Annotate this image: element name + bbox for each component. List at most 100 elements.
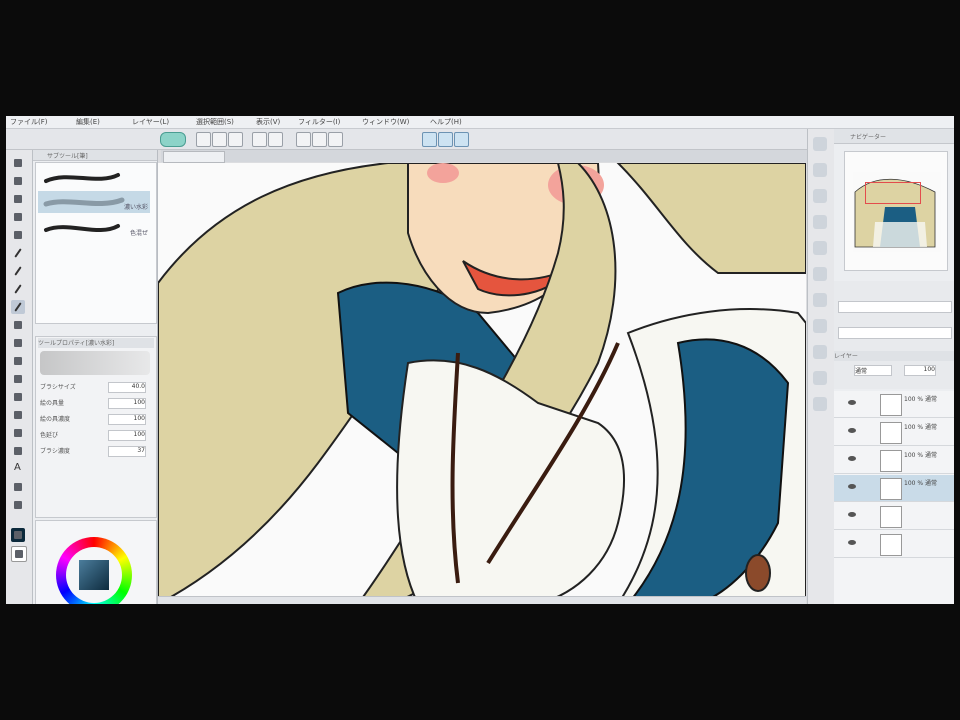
layer-mode: 100 % 通常 [904, 396, 937, 403]
material-icon[interactable] [813, 163, 827, 177]
eyedropper-tool-icon[interactable] [11, 228, 25, 242]
prop-color-stretch[interactable]: 色延び 100 [38, 429, 154, 441]
material-icon[interactable] [813, 267, 827, 281]
eye-icon[interactable] [848, 484, 856, 489]
correct-line-tool-icon[interactable] [11, 498, 25, 512]
prop-value[interactable]: 37 [108, 446, 146, 457]
material-icon[interactable] [813, 189, 827, 203]
prop-value[interactable]: 100 [108, 430, 146, 441]
pen-tool-icon[interactable] [11, 246, 25, 260]
prop-paint-amount[interactable]: 絵の具量 100 [38, 397, 154, 409]
navigator-thumbnail[interactable] [844, 151, 948, 271]
color-wheel[interactable] [56, 537, 132, 604]
layer-row[interactable] [834, 531, 954, 558]
layer-thumbnail [880, 478, 902, 500]
fill-tool-icon[interactable] [11, 372, 25, 386]
pencil-tool-icon[interactable] [11, 264, 25, 278]
opacity-field[interactable]: 100 [904, 365, 936, 376]
eye-icon[interactable] [848, 400, 856, 405]
sub-color-swatch[interactable] [11, 546, 27, 562]
prop-label: 絵の具量 [40, 400, 65, 407]
undo-icon[interactable] [252, 132, 267, 147]
text-tool-icon[interactable] [11, 462, 25, 476]
clear-icon[interactable] [296, 132, 311, 147]
prop-value[interactable]: 100 [108, 398, 146, 409]
material-icon[interactable] [813, 215, 827, 229]
artwork [158, 163, 806, 604]
eye-icon[interactable] [848, 456, 856, 461]
clip-studio-button[interactable] [160, 132, 186, 147]
eye-icon[interactable] [848, 540, 856, 545]
select-tool-icon[interactable] [11, 192, 25, 206]
navigator-title: ナビゲーター [850, 134, 887, 141]
prop-value[interactable]: 100 [108, 414, 146, 425]
ruler-tool-icon[interactable] [11, 444, 25, 458]
main-color-swatch[interactable] [11, 528, 25, 542]
material-icon[interactable] [813, 137, 827, 151]
redo-icon[interactable] [268, 132, 283, 147]
drawing-canvas[interactable] [158, 163, 806, 604]
prop-brush-size[interactable]: ブラシサイズ 40.0 [38, 381, 154, 393]
blend-mode-select[interactable]: 通常 [854, 365, 892, 376]
color-wheel-panel [35, 520, 157, 604]
menu-select[interactable]: 選択範囲(S) [196, 117, 234, 127]
tool-property-header: ツールプロパティ[濃い水彩] [38, 338, 154, 348]
prop-label: ブラシ濃度 [40, 448, 70, 455]
layer-row-selected[interactable]: 100 % 通常 [834, 475, 954, 502]
blend-tool-icon[interactable] [11, 354, 25, 368]
eye-icon[interactable] [848, 512, 856, 517]
prop-paint-density[interactable]: 絵の具濃度 100 [38, 413, 154, 425]
open-icon[interactable] [212, 132, 227, 147]
menu-edit[interactable]: 編集(E) [76, 117, 100, 127]
snap-grid-icon[interactable] [438, 132, 453, 147]
airbrush-tool-icon[interactable] [11, 282, 25, 296]
material-icon[interactable] [813, 319, 827, 333]
navigator-view-frame[interactable] [865, 182, 921, 204]
layer-row[interactable] [834, 503, 954, 530]
menu-help[interactable]: ヘルプ(H) [430, 117, 462, 127]
material-icon[interactable] [813, 293, 827, 307]
menu-layer[interactable]: レイヤー(L) [132, 117, 169, 127]
saturation-value-square[interactable] [79, 560, 109, 590]
fill-icon[interactable] [312, 132, 327, 147]
new-icon[interactable] [196, 132, 211, 147]
prop-value[interactable]: 40.0 [108, 382, 146, 393]
save-icon[interactable] [228, 132, 243, 147]
layer-row[interactable]: 100 % 通常 [834, 447, 954, 474]
snap-ruler-icon[interactable] [422, 132, 437, 147]
material-icon[interactable] [813, 397, 827, 411]
eye-icon[interactable] [848, 428, 856, 433]
prop-brush-density[interactable]: ブラシ濃度 37 [38, 445, 154, 457]
zoom-tool-icon[interactable] [11, 156, 25, 170]
zoom-slider[interactable] [838, 301, 952, 313]
brush-item[interactable]: 色混ぜ [38, 217, 150, 239]
menu-filter[interactable]: フィルター(I) [298, 117, 340, 127]
canvas-tab[interactable] [163, 151, 225, 163]
rotate-slider[interactable] [838, 327, 952, 339]
menu-file[interactable]: ファイル(F) [10, 117, 48, 127]
layer-row[interactable]: 100 % 通常 [834, 391, 954, 418]
tool-property-panel: ツールプロパティ[濃い水彩] ブラシサイズ 40.0 絵の具量 100 絵の具濃… [35, 336, 157, 518]
figure-tool-icon[interactable] [11, 408, 25, 422]
eraser-tool-icon[interactable] [11, 336, 25, 350]
brush-tool-icon[interactable] [11, 300, 25, 314]
decoration-tool-icon[interactable] [11, 318, 25, 332]
material-icon[interactable] [813, 241, 827, 255]
transform-icon[interactable] [328, 132, 343, 147]
snap-point-icon[interactable] [454, 132, 469, 147]
gradient-tool-icon[interactable] [11, 390, 25, 404]
material-icon[interactable] [813, 345, 827, 359]
prop-label: ブラシサイズ [40, 384, 76, 391]
layer-row[interactable]: 100 % 通常 [834, 419, 954, 446]
move-tool-icon[interactable] [11, 174, 25, 188]
brush-item[interactable]: 濃い水彩 [38, 191, 150, 213]
material-icon[interactable] [813, 371, 827, 385]
balloon-tool-icon[interactable] [11, 480, 25, 494]
menu-view[interactable]: 表示(V) [256, 117, 280, 127]
menu-window[interactable]: ウィンドウ(W) [362, 117, 409, 127]
frame-tool-icon[interactable] [11, 426, 25, 440]
lasso-tool-icon[interactable] [11, 210, 25, 224]
layer-thumbnail [880, 506, 902, 528]
brush-item[interactable] [38, 167, 150, 189]
subtool-title: サブツール[筆] [47, 153, 88, 160]
